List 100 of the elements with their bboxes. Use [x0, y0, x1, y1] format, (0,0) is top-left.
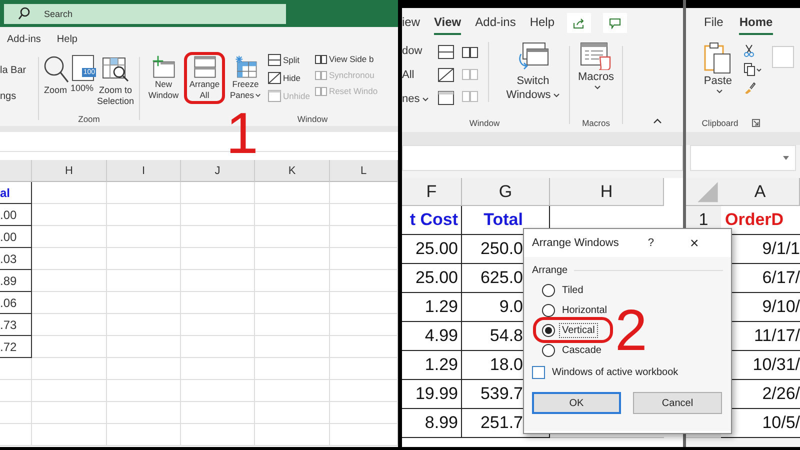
switch-windows-icon: [517, 42, 549, 72]
column-header[interactable]: A: [721, 178, 800, 206]
paste-button[interactable]: Paste: [700, 42, 736, 94]
column-header[interactable]: H: [550, 178, 664, 206]
ok-button[interactable]: OK: [532, 392, 621, 414]
column-header[interactable]: K: [255, 160, 330, 182]
zoom-to-selection-button[interactable]: Zoom to Selection: [95, 55, 136, 107]
hide-icon: [268, 72, 281, 84]
ribbon-command[interactable]: nes: [402, 93, 430, 105]
group-label: Macros: [582, 118, 610, 128]
close-button[interactable]: ×: [690, 234, 699, 252]
zoom-button[interactable]: Zoom: [42, 55, 69, 96]
switch-windows-button[interactable]: Switch Windows: [499, 42, 567, 102]
paintbrush-icon[interactable]: [744, 82, 756, 94]
collapse-ribbon-icon[interactable]: [653, 118, 662, 124]
new-window-icon: [152, 55, 176, 79]
row-number[interactable]: 1: [698, 210, 708, 230]
zoom-selection-icon: [102, 55, 130, 83]
radio-label[interactable]: Vertical: [559, 322, 598, 338]
table-cell: 19.99: [402, 380, 462, 409]
scissors-icon[interactable]: [744, 44, 754, 57]
table-cell: .72: [0, 336, 32, 358]
caret-icon: [783, 156, 789, 160]
table-cell: 4.99: [402, 322, 462, 351]
table-cell: 25.00: [402, 235, 462, 264]
ribbon-tab[interactable]: View: [434, 11, 462, 35]
ribbon-command[interactable]: dow: [402, 45, 430, 57]
freeze-panes-icon: [234, 55, 258, 79]
arrange-all-icon: [192, 55, 216, 79]
checkbox-label[interactable]: Windows of active workbook: [549, 365, 682, 380]
search-field[interactable]: Search: [4, 4, 286, 24]
ribbon-tab[interactable]: Home: [739, 11, 773, 35]
comments-button[interactable]: [602, 13, 627, 33]
side-by-side-icon: [314, 70, 327, 80]
formula-bar-option[interactable]: la Bar: [0, 65, 26, 76]
table-cell: .00: [0, 204, 32, 226]
step-number: 2: [615, 309, 648, 353]
comment-icon: [608, 18, 621, 28]
macros-button[interactable]: Macros: [578, 42, 614, 90]
search-icon: [18, 7, 30, 20]
radio-label[interactable]: Horizontal: [559, 302, 610, 318]
radio-button[interactable]: [542, 344, 555, 356]
radio-label[interactable]: Cascade: [559, 342, 604, 358]
split-button[interactable]: Split: [268, 54, 310, 66]
table-cell: t Cost: [402, 206, 462, 235]
freeze-panes-button[interactable]: Freeze Panes: [225, 52, 266, 104]
table-cell: 25.00: [402, 264, 462, 293]
ribbon-command[interactable]: All: [402, 69, 430, 81]
ribbon-tab[interactable]: Add-ins: [7, 34, 41, 44]
magnifier-icon: [42, 55, 68, 83]
group-label: Zoom: [78, 114, 100, 124]
radio-button[interactable]: [542, 284, 555, 296]
group-label: Clipboard: [702, 118, 738, 128]
window-command-icon[interactable]: [438, 91, 454, 105]
ribbon-tab[interactable]: Help: [56, 34, 78, 44]
macros-icon: [580, 42, 612, 70]
new-window-button[interactable]: New Window: [143, 52, 184, 104]
window-command-icon[interactable]: [438, 68, 454, 82]
group-label: Window: [297, 114, 328, 124]
side-by-side-icon: [314, 86, 327, 96]
dialog-launcher-icon[interactable]: [752, 119, 760, 127]
table-cell: .06: [0, 292, 32, 314]
radio-label[interactable]: Tiled: [559, 282, 586, 298]
view-side-by-side-button[interactable]: View Side b: [314, 54, 378, 64]
ribbon-tab[interactable]: File: [704, 11, 724, 35]
column-header[interactable]: G: [462, 178, 550, 206]
column-header[interactable]: I: [107, 160, 181, 182]
arrange-all-button[interactable]: Arrange All: [184, 52, 225, 104]
column-header[interactable]: J: [181, 160, 255, 182]
clipboard-icon: [704, 42, 732, 74]
group-label: Window: [469, 118, 500, 128]
unhide-icon: [268, 90, 281, 102]
hide-button[interactable]: Hide: [268, 72, 310, 84]
ribbon-tab[interactable]: Add-ins: [475, 11, 516, 35]
column-header[interactable]: H: [32, 160, 107, 182]
share-icon: [572, 18, 585, 28]
ribbon-tab[interactable]: Help: [530, 11, 555, 35]
table-cell: .03: [0, 248, 32, 270]
ribbon-tab[interactable]: iew: [402, 11, 420, 35]
table-cell: .00: [0, 226, 32, 248]
help-button[interactable]: ?: [648, 237, 654, 249]
table-cell: .73: [0, 314, 32, 336]
headings-option[interactable]: ngs: [0, 91, 16, 102]
table-cell: 8.99: [402, 409, 462, 438]
share-button[interactable]: [566, 13, 591, 33]
copy-icon[interactable]: [744, 63, 762, 76]
cancel-button[interactable]: Cancel: [633, 392, 722, 414]
checkbox[interactable]: [532, 366, 545, 379]
table-cell: al: [0, 182, 32, 204]
window-command-icon[interactable]: [438, 45, 454, 59]
column-header[interactable]: F: [402, 178, 462, 206]
table-cell: 1.29: [402, 293, 462, 322]
side-by-side-icon: [314, 54, 327, 64]
split-icon: [268, 54, 281, 66]
column-header[interactable]: L: [330, 160, 398, 182]
table-cell: 1.29: [402, 351, 462, 380]
side-by-side-icon[interactable]: [462, 45, 478, 58]
radio-button[interactable]: [542, 304, 555, 316]
table-cell: .89: [0, 270, 32, 292]
radio-button[interactable]: [542, 324, 555, 336]
